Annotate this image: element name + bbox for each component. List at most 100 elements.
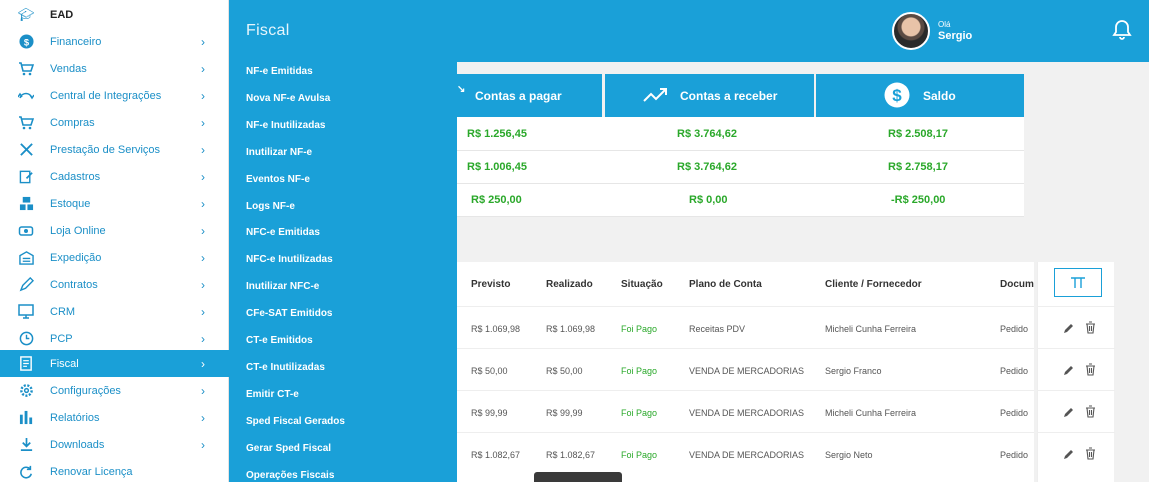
edit-icon[interactable] xyxy=(1063,322,1075,334)
sidebar-item-expedicao[interactable]: Expedição › xyxy=(0,244,229,271)
column-header[interactable]: Cliente / Fornecedor xyxy=(825,279,922,290)
card-label: Saldo xyxy=(923,88,956,103)
chevron-right-icon: › xyxy=(201,169,205,184)
edit-icon[interactable] xyxy=(1063,406,1075,418)
bar-chart-icon xyxy=(18,410,34,426)
submenu-item-inutilizar-nfce[interactable]: Inutilizar NFC-e xyxy=(246,281,319,292)
submenu-item-emitir-cte[interactable]: Emitir CT-e xyxy=(246,389,299,400)
trash-icon[interactable] xyxy=(1085,447,1096,460)
summary-value: R$ 1.256,45 xyxy=(467,128,527,140)
cell-documento: Pedido xyxy=(1000,408,1029,418)
submenu-item-logs-nfe[interactable]: Logs NF-e xyxy=(246,201,295,212)
submenu-item-inutilizar-nfe[interactable]: Inutilizar NF-e xyxy=(246,147,312,158)
trend-up-icon xyxy=(643,88,667,102)
sidebar-item-financeiro[interactable]: $ Financeiro › xyxy=(0,28,229,55)
sidebar-item-pcp[interactable]: PCP › xyxy=(0,325,229,352)
chevron-right-icon: › xyxy=(201,88,205,103)
trash-icon[interactable] xyxy=(1085,363,1096,376)
submenu-item-cfe-sat-emitidos[interactable]: CFe-SAT Emitidos xyxy=(246,308,332,319)
sidebar-item-relatorios[interactable]: Relatórios › xyxy=(0,404,229,431)
download-icon xyxy=(18,437,34,453)
submenu-item-cte-inutilizadas[interactable]: CT-e Inutilizadas xyxy=(246,362,325,373)
sidebar-item-label: Contratos xyxy=(50,278,98,291)
sidebar-item-contratos[interactable]: Contratos › xyxy=(0,271,229,298)
submenu-item-sped-fiscal-gerados[interactable]: Sped Fiscal Gerados xyxy=(246,416,345,427)
sidebar-item-label: CRM xyxy=(50,305,76,318)
cell-plano-conta: Receitas PDV xyxy=(689,324,746,334)
sidebar-item-loja-online[interactable]: Loja Online › xyxy=(0,217,229,244)
sidebar-item-configuracoes[interactable]: Configurações › xyxy=(0,377,229,404)
sidebar: 🎓︎ EAD $ Financeiro › Vendas › Central d… xyxy=(0,0,229,482)
submenu-item-nfe-inutilizadas[interactable]: NF-e Inutilizadas xyxy=(246,120,325,131)
cell-previsto: R$ 50,00 xyxy=(471,366,508,376)
row-actions xyxy=(1038,390,1115,432)
sidebar-item-renovar-licenca[interactable]: Renovar Licença xyxy=(0,458,229,482)
table-row[interactable]: R$ 1.069,98 R$ 1.069,98 Foi Pago Receita… xyxy=(457,306,1034,348)
user-menu[interactable]: Olá Sergio xyxy=(892,12,972,50)
tools-icon xyxy=(18,142,34,158)
card-contas-a-receber[interactable]: Contas a receber xyxy=(605,74,814,117)
trash-icon[interactable] xyxy=(1085,321,1096,334)
cell-previsto: R$ 1.069,98 xyxy=(471,324,521,334)
sidebar-item-label: Financeiro xyxy=(50,35,102,48)
cell-plano-conta: VENDA DE MERCADORIAS xyxy=(689,366,805,376)
boxes-icon xyxy=(18,196,34,212)
submenu-item-nfce-emitidas[interactable]: NFC-e Emitidas xyxy=(246,227,320,238)
card-contas-a-pagar[interactable]: ↘ Contas a pagar xyxy=(457,74,602,117)
sidebar-item-label: PCP xyxy=(50,332,73,345)
cell-cliente: Sergio Franco xyxy=(825,366,882,376)
clock-icon xyxy=(18,331,34,347)
edit-icon[interactable] xyxy=(1063,448,1075,460)
refresh-icon xyxy=(18,464,34,480)
cell-previsto: R$ 99,99 xyxy=(471,408,508,418)
chevron-right-icon: › xyxy=(201,61,205,76)
avatar[interactable] xyxy=(892,12,930,50)
svg-text:$: $ xyxy=(23,37,29,47)
sidebar-item-vendas[interactable]: Vendas › xyxy=(0,55,229,82)
sidebar-item-central-integracoes[interactable]: Central de Integrações › xyxy=(0,82,229,109)
cell-plano-conta: VENDA DE MERCADORIAS xyxy=(689,450,805,460)
submenu-item-nova-nfe-avulsa[interactable]: Nova NF-e Avulsa xyxy=(246,93,330,104)
chevron-right-icon: › xyxy=(201,142,205,157)
summary-row: R$ 1.006,45 R$ 3.764,62 R$ 2.758,17 xyxy=(457,150,1024,184)
trash-icon[interactable] xyxy=(1085,405,1096,418)
sidebar-item-label: Prestação de Serviços xyxy=(50,143,161,156)
sidebar-item-fiscal[interactable]: Fiscal › xyxy=(0,350,229,377)
cell-situacao: Foi Pago xyxy=(621,408,658,418)
summary-value: -R$ 250,00 xyxy=(891,194,946,206)
table-row[interactable]: R$ 1.082,67 R$ 1.082,67 Foi Pago VENDA D… xyxy=(457,432,1034,474)
monitor-icon xyxy=(18,304,34,320)
sidebar-item-prestacao-servicos[interactable]: Prestação de Serviços › xyxy=(0,136,229,163)
submenu-item-eventos-nfe[interactable]: Eventos NF-e xyxy=(246,174,310,185)
submenu-item-nfce-inutilizadas[interactable]: NFC-e Inutilizadas xyxy=(246,254,333,265)
column-header[interactable]: Situação xyxy=(621,279,663,290)
sidebar-item-crm[interactable]: CRM › xyxy=(0,298,229,325)
sidebar-item-cadastros[interactable]: Cadastros › xyxy=(0,163,229,190)
column-header[interactable]: Plano de Conta xyxy=(689,279,762,290)
sidebar-item-label: Renovar Licença xyxy=(50,465,133,478)
submenu-item-operacoes-fiscais[interactable]: Operações Fiscais xyxy=(246,470,334,481)
edit-icon xyxy=(18,169,34,185)
svg-text:$: $ xyxy=(892,86,902,105)
column-header[interactable]: Previsto xyxy=(471,279,510,290)
sidebar-item-downloads[interactable]: Downloads › xyxy=(0,431,229,458)
columns-icon xyxy=(1071,276,1085,288)
cell-documento: Pedido xyxy=(1000,450,1029,460)
sidebar-item-ead[interactable]: 🎓︎ EAD xyxy=(0,1,229,28)
submenu-item-cte-emitidos[interactable]: CT-e Emitidos xyxy=(246,335,313,346)
sidebar-item-compras[interactable]: Compras › xyxy=(0,109,229,136)
card-saldo[interactable]: $ Saldo xyxy=(816,74,1024,117)
columns-toggle-button[interactable] xyxy=(1054,268,1102,297)
column-header[interactable]: Realizado xyxy=(546,279,593,290)
bell-icon[interactable] xyxy=(1110,18,1134,42)
edit-icon[interactable] xyxy=(1063,364,1075,376)
row-actions-column xyxy=(1037,262,1115,482)
sidebar-item-estoque[interactable]: Estoque › xyxy=(0,190,229,217)
column-header[interactable]: Docum xyxy=(1000,279,1034,290)
sidebar-item-label: Central de Integrações xyxy=(50,89,162,102)
submenu-item-gerar-sped-fiscal[interactable]: Gerar Sped Fiscal xyxy=(246,443,331,454)
sidebar-item-label: EAD xyxy=(50,8,74,21)
table-row[interactable]: R$ 50,00 R$ 50,00 Foi Pago VENDA DE MERC… xyxy=(457,348,1034,390)
submenu-item-nfe-emitidas[interactable]: NF-e Emitidas xyxy=(246,66,313,77)
table-row[interactable]: R$ 99,99 R$ 99,99 Foi Pago VENDA DE MERC… xyxy=(457,390,1034,432)
